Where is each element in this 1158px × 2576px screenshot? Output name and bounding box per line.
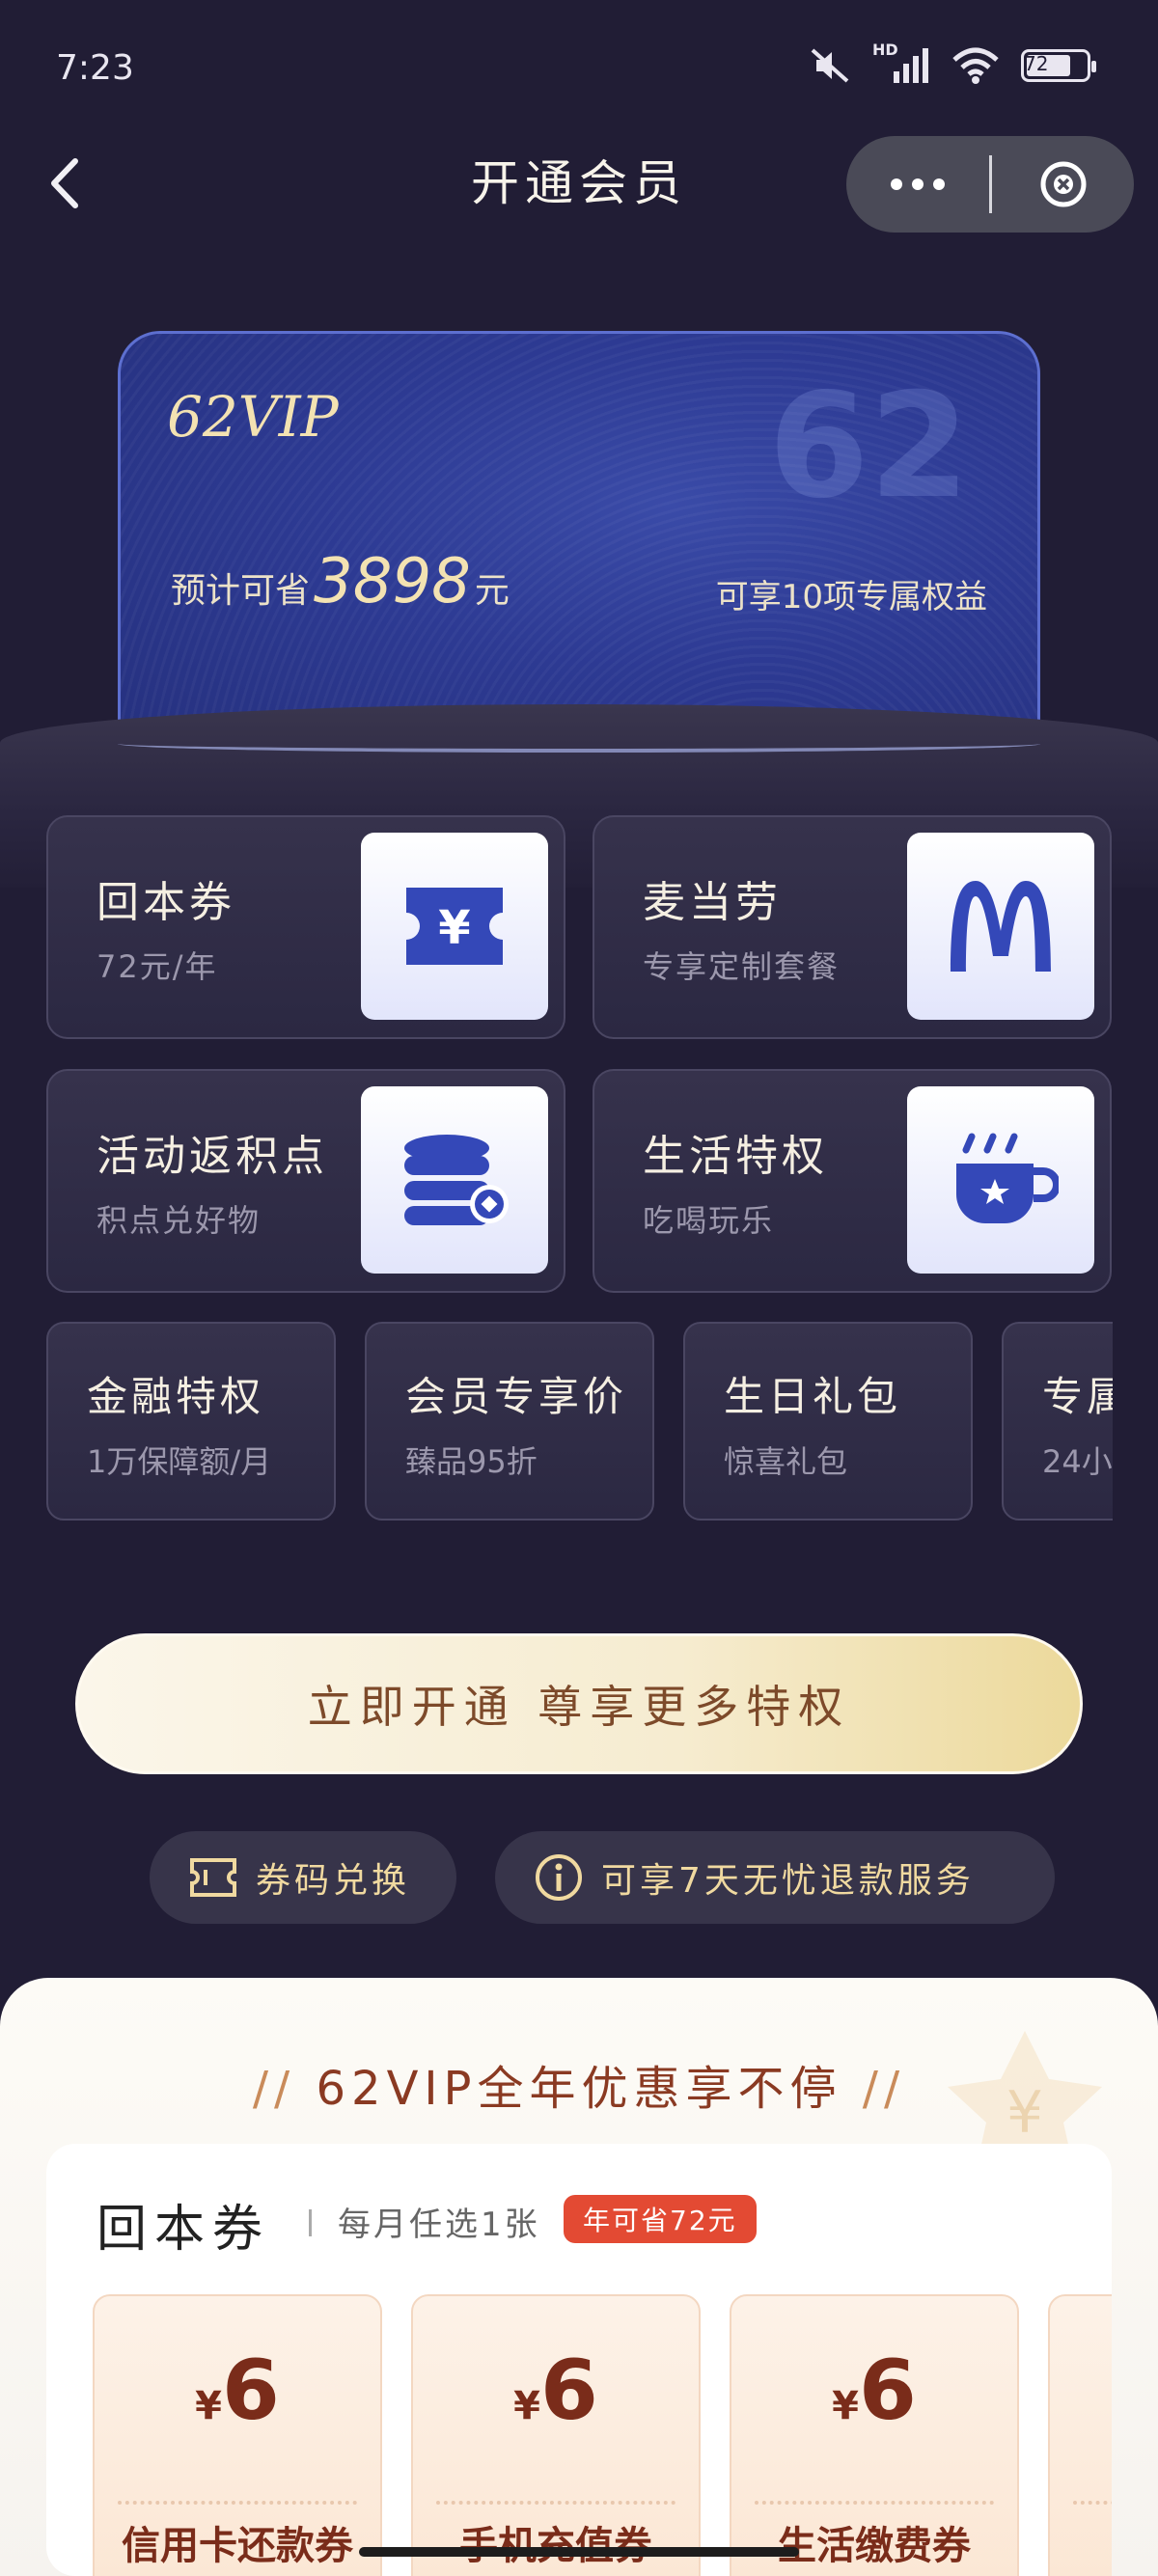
benefit-title: 会员专享价 [405,1373,628,1420]
benefit-title: 生日礼包 [724,1373,902,1420]
coupon-name: 生活缴费券 [778,2524,971,2568]
benefit-title: 活动返积点 [96,1132,328,1181]
close-button[interactable] [992,159,1134,209]
card-pocket-edge [118,735,1040,753]
redeem-code-label: 券码兑换 [256,1861,411,1901]
more-button[interactable] [846,178,989,190]
svg-text:¥: ¥ [438,901,470,955]
vip-card-title: 62VIP [167,384,339,450]
vip-save-unit: 元 [474,571,510,611]
mcdonalds-logo-icon [907,833,1094,1020]
coupon-card[interactable]: ¥6 公 [1048,2294,1112,2576]
coupon-value: 6 [222,2343,280,2439]
coffee-cup-icon [907,1086,1094,1274]
coupon-card[interactable]: ¥6 信用卡还款券 [93,2294,382,2576]
vip-save-amount: 3898 [314,546,471,617]
open-membership-button[interactable]: 立即开通 尊享更多特权 [75,1633,1083,1774]
benefit-subtitle: 积点兑好物 [96,1202,262,1239]
section-subtitle: 每月任选1张 [338,2206,540,2244]
benefit-scroll-row[interactable]: 金融特权 1万保障额/月 会员专享价 臻品95折 生日礼包 惊喜礼包 专属 24… [0,1312,1113,1524]
more-dot-icon [912,178,924,190]
ticket-icon [190,1858,236,1897]
wifi-icon [951,46,1000,85]
benefit-subtitle: 臻品95折 [405,1443,538,1480]
vip-watermark-logo: 62 [768,363,970,531]
benefit-tile-voucher[interactable]: 回本券 72元/年 ¥ [46,815,565,1039]
signal-icon: HD [872,41,930,85]
benefit-tile-member-price[interactable]: 会员专享价 臻品95折 [365,1322,654,1521]
ticket-yen-icon: ¥ [361,833,548,1020]
benefit-subtitle: 惊喜礼包 [724,1443,848,1480]
section-title: 回本券 [96,2201,271,2259]
home-indicator[interactable] [359,2547,799,2557]
coupon-currency: ¥ [195,2384,222,2428]
coupon-currency: ¥ [832,2384,859,2428]
panel-title-text: 62VIP全年优惠享不停 [316,2062,842,2116]
panel-title-deco-right: // [862,2062,906,2116]
benefit-tile-life[interactable]: 生活特权 吃喝玩乐 [593,1069,1112,1293]
panel-title-deco-left: // [252,2062,296,2116]
coupon-value: 6 [859,2343,917,2439]
section-badge: 年可省72元 [564,2195,757,2243]
info-icon [536,1854,582,1901]
refund-info-button[interactable]: 可享7天无忧退款服务 [495,1831,1055,1924]
benefit-tile-mcdonalds[interactable]: 麦当劳 专享定制套餐 [593,815,1112,1039]
coupon-scroll-row[interactable]: ¥6 信用卡还款券 ¥6 手机充值券 ¥6 生活缴费券 ¥6 公 [93,2294,1112,2576]
status-icons: HD 72 [809,41,1096,85]
coupon-name: 信用卡还款券 [122,2524,353,2568]
benefit-subtitle: 1万保障额/月 [87,1443,272,1480]
benefit-tile-finance[interactable]: 金融特权 1万保障额/月 [46,1322,336,1521]
coupon-name: 公 [1050,2514,1112,2570]
network-label: HD [872,41,898,59]
more-dot-icon [891,178,902,190]
benefit-subtitle: 吃喝玩乐 [643,1202,775,1239]
coupon-value: 6 [540,2343,598,2439]
coin-stack-icon [361,1086,548,1274]
benefit-title: 回本券 [96,878,235,927]
benefit-tile-exclusive[interactable]: 专属 24小 [1002,1322,1113,1521]
benefit-title: 麦当劳 [643,878,782,927]
panel-title: // 62VIP全年优惠享不停 // [0,2050,1158,2118]
vip-card: 62 62VIP 预计可省 3898 元 可享10项专属权益 [118,331,1040,765]
benefit-subtitle: 专享定制套餐 [643,948,841,985]
coupon-card[interactable]: ¥6 手机充值券 [411,2294,701,2576]
coupon-card[interactable]: ¥6 生活缴费券 [730,2294,1019,2576]
close-circle-icon [1040,161,1086,207]
coupon-name: 手机充值券 [459,2524,652,2568]
benefit-tile-birthday[interactable]: 生日礼包 惊喜礼包 [683,1322,973,1521]
section-divider [309,2209,312,2236]
benefit-title: 金融特权 [87,1373,265,1420]
refund-info-label: 可享7天无忧退款服务 [601,1861,975,1901]
benefit-title: 专属 [1042,1373,1113,1420]
battery-icon: 72 [1021,49,1096,82]
coupon-currency: ¥ [513,2384,540,2428]
mute-icon [809,46,851,85]
benefit-tile-points[interactable]: 活动返积点 积点兑好物 [46,1069,565,1293]
benefit-subtitle: 24小 [1042,1443,1113,1480]
benefit-subtitle: 72元/年 [96,948,218,985]
redeem-code-button[interactable]: 券码兑换 [150,1831,456,1924]
vip-save-estimate: 预计可省 3898 元 [171,546,510,617]
battery-level: 72 [1024,52,1049,75]
benefit-title: 生活特权 [643,1132,828,1181]
vip-save-prefix: 预计可省 [171,571,311,611]
mini-program-capsule [846,136,1134,233]
more-dot-icon [933,178,945,190]
vip-benefit-count: 可享10项专属权益 [715,578,987,617]
status-time: 7:23 [56,48,134,88]
